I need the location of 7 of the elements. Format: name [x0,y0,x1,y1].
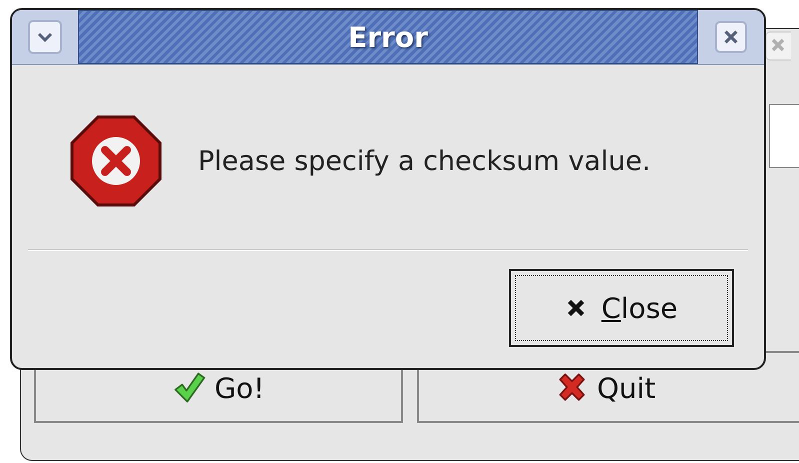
close-button[interactable]: Close [509,269,734,347]
error-message: Please specify a checksum value. [198,146,651,176]
chevron-down-icon [28,20,62,54]
close-icon[interactable] [765,31,791,61]
error-icon [70,115,162,207]
close-icon [715,21,747,53]
window-title: Error [348,20,428,54]
